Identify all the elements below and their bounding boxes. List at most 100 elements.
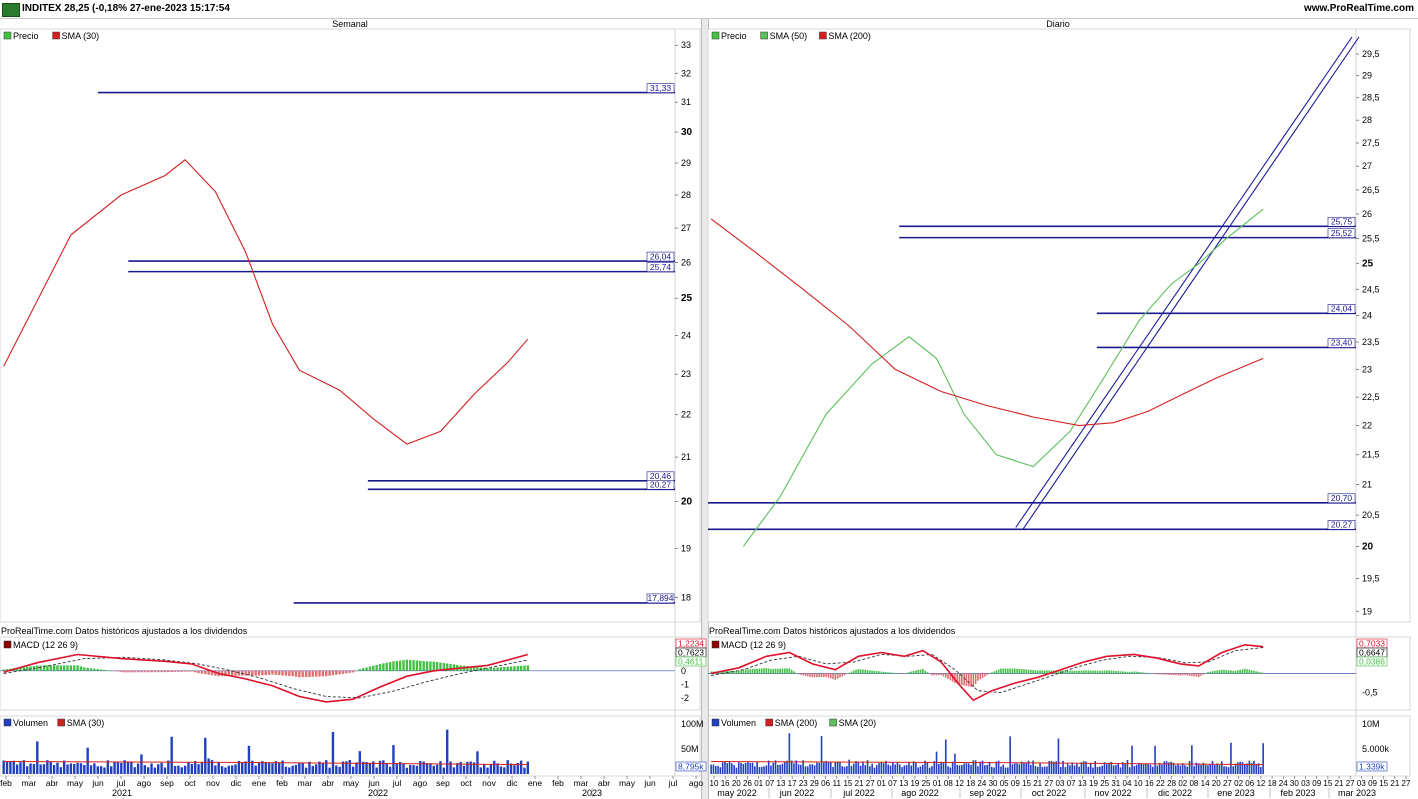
daily-macd-hist-bar (728, 671, 731, 674)
weekly-price-ylabel: 21 (681, 452, 691, 462)
weekly-volume-bar (42, 764, 46, 774)
weekly-volume-bar (247, 745, 251, 774)
weekly-volume-bar (513, 765, 516, 774)
daily-macd-hist-bar (924, 670, 926, 674)
daily-volume-bar (1025, 762, 1028, 774)
daily-macd-hist-bar (1103, 670, 1106, 674)
daily-volume-bar (1209, 763, 1212, 774)
weekly-xtick-label: abr (322, 778, 334, 788)
weekly-volume-bar (12, 760, 15, 774)
weekly-volume-bar (523, 767, 526, 774)
daily-volume-bar (790, 760, 793, 774)
daily-volume-bar (728, 761, 731, 774)
daily-macd-hist-bar (1257, 671, 1260, 674)
weekly-volume-bar (257, 762, 261, 774)
daily-xtick-label: 09 (1368, 779, 1377, 788)
weekly-macd-hist-bar (402, 660, 405, 671)
weekly-volume-bar (230, 765, 234, 774)
weekly-macd-value-label-2: 0,4611 (678, 657, 704, 667)
weekly-macd-hist-bar (493, 667, 496, 671)
daily-volume-bar (1119, 767, 1122, 774)
daily-macd-hist-bar (1207, 671, 1209, 674)
weekly-macd-hist-bar (96, 669, 99, 671)
weekly-volume-bar (89, 765, 93, 774)
daily-volume-bar (1188, 760, 1191, 774)
weekly-volume-bar (288, 767, 291, 774)
daily-price-ylabel: 28,5 (1362, 93, 1380, 103)
daily-price-legend-label-1: SMA (50) (770, 31, 808, 41)
weekly-price-ylabel: 28 (681, 190, 691, 200)
daily-xgroup-label: jul 2022 (842, 788, 875, 798)
daily-volume-bar (829, 761, 832, 774)
daily-xtick-label: 18 (1268, 779, 1277, 788)
daily-xtick-label: 26 (743, 779, 752, 788)
daily-volume-bar (1043, 766, 1046, 774)
daily-macd-hist-bar (1241, 669, 1244, 674)
weekly-macd-hist-bar (187, 670, 190, 672)
weekly-macd-hist-bar (251, 670, 254, 676)
daily-volume-bar (1092, 767, 1094, 774)
daily-xtick-label: 21 (1033, 779, 1042, 788)
daily-level-label-4: 20,70 (1331, 493, 1353, 503)
daily-volume-bar (781, 763, 784, 774)
daily-macd-hist-bar (885, 672, 887, 674)
weekly-macd-hist-bar (335, 670, 338, 675)
daily-volume-bar (1161, 764, 1163, 774)
daily-volume-bar (1115, 765, 1117, 774)
daily-volume-bar (857, 762, 860, 774)
weekly-volume-bar (83, 765, 86, 774)
weekly-macd-hist-bar (86, 667, 89, 671)
weekly-volume-bar (331, 731, 335, 774)
weekly-volume-bar (419, 760, 422, 774)
daily-volume-bar (949, 767, 952, 774)
weekly-volume-bar (499, 766, 503, 774)
weekly-volume-bar (456, 763, 459, 774)
daily-macd-hist-bar (827, 673, 830, 678)
weekly-macd-hist-bar (281, 670, 284, 676)
daily-macd-hist-bar (1248, 669, 1251, 674)
weekly-volume-bar (244, 761, 247, 774)
daily-macd-hist-bar (1126, 671, 1129, 674)
weekly-macd-hist-bar (160, 670, 163, 673)
weekly-macd-hist-bar (365, 667, 368, 671)
weekly-macd-hist-bar (66, 665, 69, 671)
weekly-volume-bar (375, 767, 378, 774)
weekly-macd-hist-bar (110, 670, 113, 672)
weekly-macd-hist-bar (264, 670, 267, 676)
daily-xtick-label: 18 (966, 779, 975, 788)
weekly-xtick-label: ene (252, 778, 266, 788)
weekly-macd-hist-bar (368, 666, 372, 671)
weekly-macd-hist-bar (62, 665, 66, 671)
weekly-xtick-label: feb (276, 778, 288, 788)
daily-macd-hist-bar (915, 670, 917, 674)
chart-canvas[interactable]: 1819202122232425262728293031323331,3326,… (0, 0, 1418, 799)
daily-volume-bar (1142, 764, 1145, 774)
weekly-macd-hist-bar (274, 670, 278, 675)
daily-volume-bar (984, 765, 986, 774)
daily-volume-bar (1149, 764, 1152, 774)
daily-xgroup-label: mar 2023 (1338, 788, 1376, 798)
daily-volume-bar (1128, 767, 1131, 774)
weekly-volume-bar (39, 764, 42, 774)
daily-macd-hist-bar (988, 673, 991, 674)
daily-macd-hist-bar (1087, 670, 1090, 674)
daily-volume-bar (1151, 766, 1154, 774)
daily-macd-hist-bar (1237, 670, 1239, 674)
weekly-macd-hist-bar (415, 660, 419, 671)
weekly-macd-hist-bar (331, 670, 335, 676)
weekly-volume-bar (59, 767, 62, 774)
daily-macd-hist-bar (1255, 671, 1258, 674)
daily-macd-hist-bar (1066, 670, 1069, 674)
weekly-xtick-label: sep (436, 778, 450, 788)
daily-volume-bar (947, 766, 949, 774)
daily-xtick-label: 21 (855, 779, 864, 788)
daily-macd-hist-bar (869, 670, 871, 674)
daily-volume-bar (740, 762, 742, 774)
weekly-volume-bar (79, 763, 83, 774)
weekly-volume-bar (220, 766, 224, 774)
weekly-volume-bar (435, 764, 439, 774)
weekly-xtick-label: dic (507, 778, 519, 788)
daily-volume-bar (1126, 759, 1129, 774)
daily-volume-bar (1046, 766, 1048, 774)
weekly-price-ylabel: 33 (681, 40, 691, 50)
